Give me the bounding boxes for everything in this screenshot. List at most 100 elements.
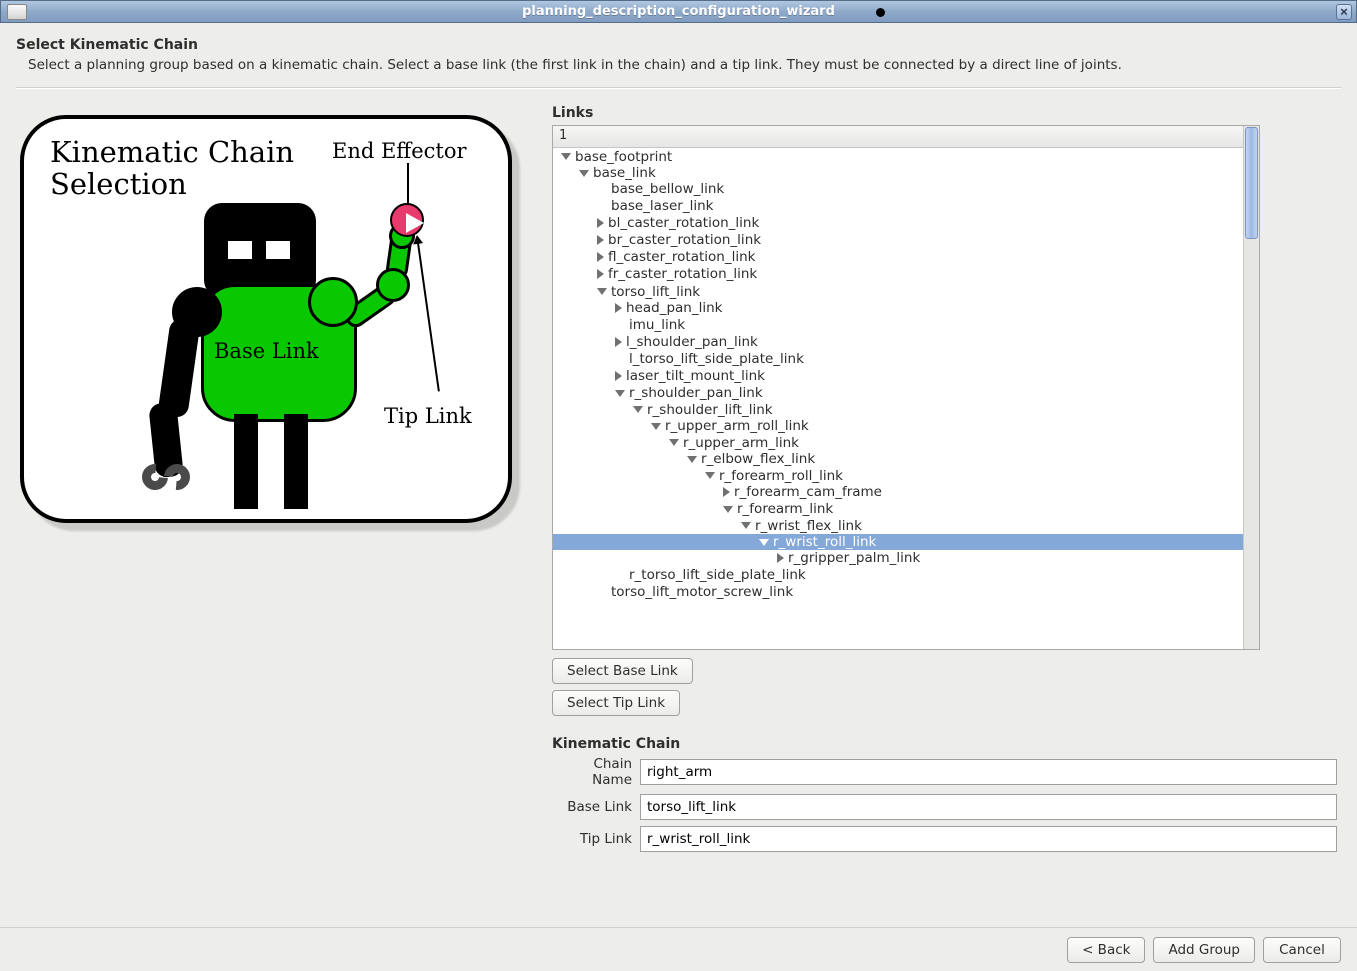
expand-closed-icon[interactable]: [597, 235, 604, 245]
tree-row[interactable]: r_upper_arm_roll_link: [553, 418, 1243, 435]
tree-leaf-spacer: [597, 201, 607, 211]
tree-row[interactable]: base_bellow_link: [553, 181, 1243, 198]
tree-row[interactable]: r_wrist_roll_link: [553, 534, 1243, 551]
tree-row[interactable]: laser_tilt_mount_link: [553, 368, 1243, 385]
tree-row[interactable]: fr_caster_rotation_link: [553, 266, 1243, 283]
tree-item-label: br_caster_rotation_link: [608, 232, 761, 248]
expand-open-icon[interactable]: [669, 439, 679, 446]
expand-open-icon[interactable]: [723, 506, 733, 513]
expand-closed-icon[interactable]: [597, 218, 604, 228]
tree-column-header[interactable]: 1: [553, 126, 1243, 148]
tree-row[interactable]: r_shoulder_pan_link: [553, 385, 1243, 402]
tree-row[interactable]: br_caster_rotation_link: [553, 232, 1243, 249]
expand-open-icon[interactable]: [705, 472, 715, 479]
expand-closed-icon[interactable]: [777, 553, 784, 563]
page-header: Select Kinematic Chain Select a planning…: [0, 23, 1357, 81]
tree-item-label: r_shoulder_lift_link: [647, 402, 773, 418]
tree-row[interactable]: imu_link: [553, 317, 1243, 334]
tree-item-label: r_wrist_roll_link: [773, 534, 876, 550]
page-subtitle: Select a planning group based on a kinem…: [16, 57, 1341, 73]
expand-closed-icon[interactable]: [615, 303, 622, 313]
base-link-diagram-label: Base Link: [214, 339, 319, 363]
expand-open-icon[interactable]: [759, 539, 769, 546]
tree-row[interactable]: r_forearm_roll_link: [553, 467, 1243, 484]
tree-item-label: r_wrist_flex_link: [755, 518, 862, 534]
diagram-title: Kinematic Chain Selection: [50, 137, 294, 201]
tree-row[interactable]: r_forearm_link: [553, 501, 1243, 518]
tree-item-label: torso_lift_motor_screw_link: [611, 584, 793, 600]
scrollbar-thumb[interactable]: [1245, 127, 1258, 239]
expand-open-icon[interactable]: [615, 390, 625, 397]
tree-leaf-spacer: [597, 184, 607, 194]
divider: [16, 87, 1341, 89]
expand-open-icon[interactable]: [597, 288, 607, 295]
titlebar: planning_description_configuration_wizar…: [0, 0, 1357, 23]
tip-link-input[interactable]: [640, 826, 1337, 852]
tree-row[interactable]: base_footprint: [553, 148, 1243, 165]
robot-leg-icon: [234, 414, 258, 509]
expand-open-icon[interactable]: [633, 406, 643, 413]
kinematic-chain-section-label: Kinematic Chain: [552, 736, 1337, 752]
tree-row[interactable]: r_wrist_flex_link: [553, 517, 1243, 534]
tree-row[interactable]: r_torso_lift_side_plate_link: [553, 567, 1243, 584]
links-tree[interactable]: 1 base_footprintbase_linkbase_bellow_lin…: [552, 125, 1260, 650]
tree-item-label: l_shoulder_pan_link: [626, 334, 758, 350]
tip-link-diagram-label: Tip Link: [384, 404, 472, 428]
tree-row[interactable]: r_upper_arm_link: [553, 434, 1243, 451]
tree-scrollbar[interactable]: [1243, 126, 1259, 649]
add-group-button[interactable]: Add Group: [1153, 937, 1255, 963]
content: Kinematic Chain Selection End Effector B…: [0, 105, 1357, 921]
tree-row[interactable]: torso_lift_motor_screw_link: [553, 584, 1243, 601]
tree-row[interactable]: r_gripper_palm_link: [553, 550, 1243, 567]
expand-open-icon[interactable]: [561, 153, 571, 160]
tree-row[interactable]: base_link: [553, 165, 1243, 182]
expand-open-icon[interactable]: [579, 170, 589, 177]
tree-row[interactable]: r_elbow_flex_link: [553, 451, 1243, 468]
tree-item-label: base_link: [593, 165, 656, 181]
tree-leaf-spacer: [615, 354, 625, 364]
right-column: Links 1 base_footprintbase_linkbase_bell…: [552, 105, 1337, 921]
select-tip-link-button[interactable]: Select Tip Link: [552, 690, 680, 716]
base-link-input[interactable]: [640, 794, 1337, 820]
tree-row[interactable]: l_shoulder_pan_link: [553, 334, 1243, 351]
back-button[interactable]: < Back: [1067, 937, 1145, 963]
expand-closed-icon[interactable]: [615, 371, 622, 381]
expand-closed-icon[interactable]: [723, 487, 730, 497]
expand-open-icon[interactable]: [687, 456, 697, 463]
tree-item-label: l_torso_lift_side_plate_link: [629, 351, 804, 367]
tree-row[interactable]: torso_lift_link: [553, 283, 1243, 300]
tree-row[interactable]: fl_caster_rotation_link: [553, 249, 1243, 266]
page-title: Select Kinematic Chain: [16, 37, 1341, 53]
expand-closed-icon[interactable]: [597, 252, 604, 262]
robot-right-elbow-icon: [376, 268, 410, 302]
tree-item-label: r_upper_arm_roll_link: [665, 418, 809, 434]
tree-item-label: r_forearm_link: [737, 501, 833, 517]
tree-row[interactable]: l_torso_lift_side_plate_link: [553, 351, 1243, 368]
tree-row[interactable]: r_shoulder_lift_link: [553, 401, 1243, 418]
tree-item-label: r_shoulder_pan_link: [629, 385, 763, 401]
tree-leaf-spacer: [597, 587, 607, 597]
expand-closed-icon[interactable]: [615, 337, 622, 347]
tree-row[interactable]: head_pan_link: [553, 300, 1243, 317]
select-base-link-button[interactable]: Select Base Link: [552, 658, 693, 684]
expand-open-icon[interactable]: [741, 522, 751, 529]
tree-item-label: fl_caster_rotation_link: [608, 249, 755, 265]
tree-leaf-spacer: [615, 320, 625, 330]
tree-row[interactable]: r_forearm_cam_frame: [553, 484, 1243, 501]
chain-name-input[interactable]: [640, 759, 1337, 785]
tree-row[interactable]: base_laser_link: [553, 198, 1243, 215]
links-section-label: Links: [552, 105, 1337, 121]
base-link-label: Base Link: [552, 799, 640, 815]
tip-link-label: Tip Link: [552, 831, 640, 847]
cancel-button[interactable]: Cancel: [1263, 937, 1341, 963]
wizard-button-bar: < Back Add Group Cancel: [0, 927, 1357, 971]
tree-item-label: r_torso_lift_side_plate_link: [629, 567, 806, 583]
window-body: Select Kinematic Chain Select a planning…: [0, 23, 1357, 971]
tree-row[interactable]: bl_caster_rotation_link: [553, 215, 1243, 232]
robot-end-effector-icon: [390, 203, 424, 237]
chain-name-label: Chain Name: [552, 756, 640, 788]
expand-closed-icon[interactable]: [597, 269, 604, 279]
tree-item-label: r_forearm_roll_link: [719, 468, 843, 484]
window-close-button[interactable]: ×: [1336, 4, 1352, 20]
expand-open-icon[interactable]: [651, 423, 661, 430]
